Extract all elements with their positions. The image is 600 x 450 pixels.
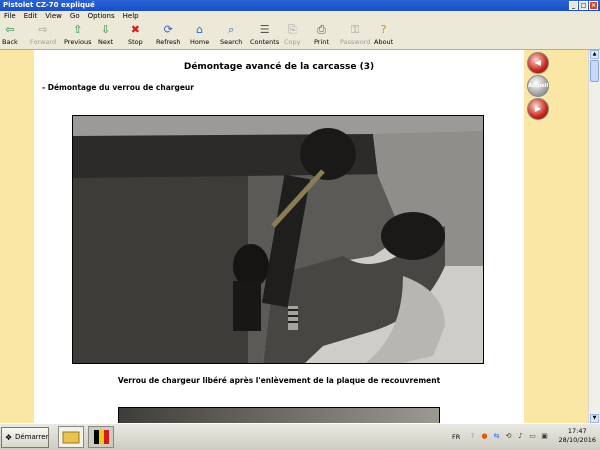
previous-page-button[interactable]: ◀ (527, 52, 549, 74)
scroll-thumb[interactable] (590, 60, 599, 82)
menu-go[interactable]: Go (70, 11, 80, 22)
tray-help-icon[interactable]: ? (468, 432, 477, 441)
menu-view[interactable]: View (45, 11, 62, 22)
toolbar-print-button[interactable]: ⎙ Print (314, 24, 329, 48)
clock-time: 17:47 (567, 427, 587, 435)
right-margin-panel (552, 50, 588, 423)
refresh-icon: ⟳ (163, 23, 173, 36)
toolbar-button-label: Print (314, 38, 329, 46)
tray-app-icon[interactable]: ● (480, 432, 489, 441)
minimize-icon[interactable]: _ (569, 1, 578, 10)
app-icon (94, 430, 109, 444)
previous-up-arrow-icon: ⇧ (73, 23, 83, 36)
maximize-icon[interactable]: □ (579, 1, 588, 10)
toolbar: ⇦ Back ⇨ Forward ⇧ Previous ⇩ Next ✖ Stop ⟳ Refresh… (0, 22, 600, 50)
stop-icon: ✖ (130, 23, 140, 36)
search-icon: ⌕ (228, 23, 235, 36)
home-page-button[interactable]: Accueil (527, 75, 549, 97)
scroll-up-icon[interactable]: ▲ (590, 50, 599, 59)
toolbar-password-button[interactable]: ⚿ Password (340, 24, 370, 48)
pistol-frame-photo (72, 115, 484, 364)
section-subheading: - Démontage du verrou de chargeur (42, 83, 194, 92)
start-label: Démarrer (15, 433, 49, 441)
taskbar: ❖ Démarrer FR ? ● ⇆ ⟲ ♪ ▭ ▣ 17:47 28/10/… (0, 423, 600, 450)
home-button-label: Accueil (528, 83, 549, 89)
toolbar-button-label: Stop (128, 38, 143, 46)
folder-icon (62, 431, 80, 444)
toolbar-copy-button[interactable]: ⎘ Copy (284, 24, 301, 48)
tray-device-icon[interactable]: ▭ (528, 432, 537, 441)
toolbar-search-button[interactable]: ⌕ Search (220, 24, 242, 48)
vertical-scrollbar[interactable]: ▲ ▼ (588, 50, 600, 423)
toolbar-button-label: Home (190, 38, 210, 46)
help-app-task-button[interactable] (88, 426, 114, 448)
close-icon[interactable]: × (589, 1, 598, 10)
print-icon: ⎙ (317, 23, 326, 36)
window-controls: _ □ × (569, 1, 598, 10)
toolbar-home-button[interactable]: ⌂ Home (190, 24, 209, 48)
next-arrow-icon: ▶ (534, 104, 542, 113)
tray-volume-icon[interactable]: ♪ (516, 432, 525, 441)
start-button[interactable]: ❖ Démarrer (1, 427, 49, 448)
toolbar-back-button[interactable]: ⇦ Back (2, 24, 18, 48)
menu-options[interactable]: Options (88, 11, 115, 22)
toolbar-button-label: Search (220, 38, 243, 46)
page-content: Démontage avancé de la carcasse (3) - Dé… (34, 50, 524, 423)
scroll-down-icon[interactable]: ▼ (590, 414, 599, 423)
language-indicator[interactable]: FR (452, 433, 460, 441)
toolbar-button-label: Refresh (156, 38, 181, 46)
forward-arrow-icon: ⇨ (38, 23, 48, 36)
tray-network-icon[interactable]: ⇆ (492, 432, 501, 441)
about-icon: ? (380, 23, 387, 36)
toolbar-button-label: About (374, 38, 394, 46)
system-tray: FR ? ● ⇆ ⟲ ♪ ▭ ▣ 17:47 28/10/2016 (440, 424, 600, 450)
tray-display-icon[interactable]: ▣ (540, 432, 549, 441)
clock-date: 28/10/2016 (558, 436, 596, 444)
next-photo-partial (118, 407, 440, 423)
home-icon: ⌂ (196, 23, 204, 36)
toolbar-stop-button[interactable]: ✖ Stop (128, 24, 143, 48)
toolbar-button-label: Forward (30, 38, 57, 46)
photo-illustration (73, 116, 483, 363)
toolbar-refresh-button[interactable]: ⟳ Refresh (156, 24, 181, 48)
menu-bar: File Edit View Go Options Help (0, 11, 600, 22)
window-titlebar: Pistolet CZ-70 expliqué _ □ × (0, 0, 600, 11)
back-arrow-icon: ⇦ (5, 23, 15, 36)
toolbar-forward-button[interactable]: ⇨ Forward (30, 24, 56, 48)
tray-sync-icon[interactable]: ⟲ (504, 432, 513, 441)
clock[interactable]: 17:47 28/10/2016 (559, 427, 596, 445)
toolbar-previous-button[interactable]: ⇧ Previous (64, 24, 91, 48)
toolbar-button-label: Copy (284, 38, 301, 46)
toolbar-button-label: Back (2, 38, 18, 46)
folder-task-button[interactable] (58, 426, 84, 448)
next-page-button[interactable]: ▶ (527, 98, 549, 120)
menu-edit[interactable]: Edit (24, 11, 38, 22)
toolbar-about-button[interactable]: ? About (374, 24, 393, 48)
password-key-icon: ⚿ (351, 23, 360, 36)
contents-icon: ☰ (259, 23, 270, 36)
toolbar-button-label: Next (98, 38, 114, 46)
windows-flag-icon: ❖ (5, 433, 13, 442)
toolbar-contents-button[interactable]: ☰ Contents (250, 24, 279, 48)
copy-icon: ⎘ (287, 23, 297, 36)
left-margin-panel (0, 50, 34, 423)
window-title: Pistolet CZ-70 expliqué (3, 1, 95, 9)
page-title: Démontage avancé de la carcasse (3) (183, 62, 375, 72)
menu-file[interactable]: File (4, 11, 16, 22)
toolbar-button-label: Password (340, 38, 371, 46)
previous-arrow-icon: ◀ (534, 58, 542, 67)
menu-help[interactable]: Help (123, 11, 139, 22)
toolbar-button-label: Contents (250, 38, 280, 46)
toolbar-button-label: Previous (64, 38, 92, 46)
photo-caption: Verrou de chargeur libéré après l'enlève… (117, 376, 441, 385)
toolbar-next-button[interactable]: ⇩ Next (98, 24, 113, 48)
next-down-arrow-icon: ⇩ (100, 23, 111, 36)
